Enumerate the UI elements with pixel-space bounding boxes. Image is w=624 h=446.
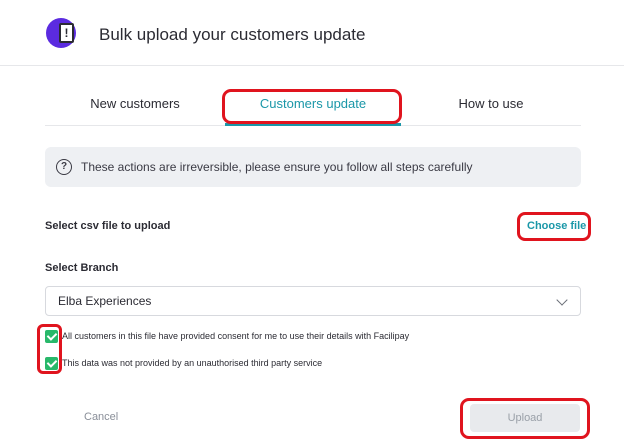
chevron-down-icon <box>556 294 568 306</box>
highlight-ring-choose-file <box>517 212 591 241</box>
question-circle-icon: ? <box>56 159 72 175</box>
tab-new-customers[interactable]: New customers <box>55 90 215 124</box>
highlight-ring-tab <box>222 89 402 124</box>
tab-how-to-use[interactable]: How to use <box>411 90 571 124</box>
csv-file-label: Select csv file to upload <box>45 220 171 232</box>
highlight-ring-upload <box>460 398 590 439</box>
branch-select[interactable]: Elba Experiences <box>45 286 581 316</box>
highlight-ring-checkboxes <box>37 324 62 374</box>
branch-label: Select Branch <box>45 262 119 274</box>
warning-notice: ? These actions are irreversible, please… <box>45 147 581 187</box>
third-party-label: This data was not provided by an unautho… <box>62 358 323 368</box>
branch-select-value: Elba Experiences <box>58 294 152 308</box>
modal-title: Bulk upload your customers update <box>99 25 366 44</box>
modal-header: ! Bulk upload your customers update <box>0 0 624 66</box>
document-alert-icon: ! <box>46 18 76 48</box>
consent-label: All customers in this file have provided… <box>62 331 410 341</box>
notice-text: These actions are irreversible, please e… <box>81 160 473 174</box>
cancel-button[interactable]: Cancel <box>84 411 118 423</box>
